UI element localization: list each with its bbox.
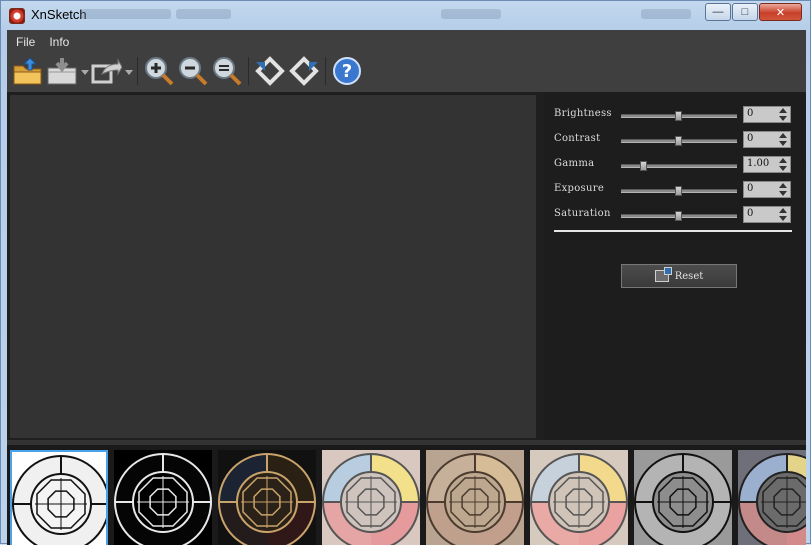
save-icon[interactable]: [45, 54, 79, 88]
preset-thumbnail-sepia-pencil[interactable]: [426, 450, 524, 545]
preset-strip: [7, 440, 806, 545]
svg-text:?: ?: [342, 61, 352, 82]
toolbar-separator: [248, 57, 249, 85]
spinbox-value: 1.00: [747, 158, 770, 169]
slider-thumb[interactable]: [675, 211, 682, 221]
slider-thumb[interactable]: [640, 161, 647, 171]
toolbar: ?: [11, 54, 364, 88]
gamma-spinbox[interactable]: 1.00: [743, 156, 791, 173]
zoom-in-icon[interactable]: [142, 54, 176, 88]
adjustment-row-contrast: Contrast 0: [554, 130, 794, 150]
reset-label: Reset: [674, 270, 704, 282]
adjustment-row-gamma: Gamma 1.00: [554, 155, 794, 175]
spin-arrows-icon[interactable]: [779, 108, 788, 121]
background-title-blur: [441, 9, 501, 19]
saturation-slider[interactable]: [621, 211, 737, 221]
spin-arrows-icon[interactable]: [779, 158, 788, 171]
adjustment-row-exposure: Exposure 0: [554, 180, 794, 200]
panel-divider: [554, 230, 792, 232]
adjustment-row-saturation: Saturation 0: [554, 205, 794, 225]
preset-thumbnail-textured-gray[interactable]: [634, 450, 732, 545]
preset-thumbnail-white-on-black[interactable]: [114, 450, 212, 545]
exposure-slider[interactable]: [621, 186, 737, 196]
adjustment-row-brightness: Brightness 0: [554, 105, 794, 125]
close-button[interactable]: ✕: [759, 3, 802, 21]
background-title-blur: [81, 9, 171, 19]
zoom-fit-icon[interactable]: [210, 54, 244, 88]
adjustments-panel: Reset Brightness 0 Contrast 0 Gamma 1.00 Expos…: [544, 92, 806, 440]
toolbar-separator: [137, 57, 138, 85]
adjustment-label: Exposure: [554, 183, 605, 194]
rotate-right-icon[interactable]: [287, 54, 321, 88]
spin-arrows-icon[interactable]: [779, 208, 788, 221]
preset-thumbnail-bw-outline[interactable]: [10, 450, 108, 545]
zoom-out-icon[interactable]: [176, 54, 210, 88]
adjustment-label: Brightness: [554, 108, 612, 119]
toolbar-separator: [325, 57, 326, 85]
title-bar[interactable]: XnSketch — □ ✕: [1, 1, 810, 29]
spinbox-value: 0: [747, 133, 754, 144]
menu-info[interactable]: Info: [44, 33, 74, 51]
app-window: XnSketch — □ ✕ File Info ? Reset Brightn…: [0, 0, 811, 545]
help-icon[interactable]: ?: [330, 54, 364, 88]
spinbox-value: 0: [747, 208, 754, 219]
app-logo-icon: [9, 8, 25, 24]
gamma-slider[interactable]: [621, 161, 737, 171]
preset-thumbnails: [10, 450, 806, 545]
slider-thumb[interactable]: [675, 111, 682, 121]
minimize-button[interactable]: —: [705, 3, 731, 21]
contrast-slider[interactable]: [621, 136, 737, 146]
save-dropdown-chevron-icon[interactable]: [79, 54, 89, 88]
app-header: File Info ?: [7, 30, 806, 92]
export-icon[interactable]: [89, 54, 123, 88]
exposure-spinbox[interactable]: 0: [743, 181, 791, 198]
menu-bar: File Info: [7, 33, 74, 51]
maximize-button[interactable]: □: [732, 3, 758, 21]
adjustment-label: Saturation: [554, 208, 611, 219]
slider-thumb[interactable]: [675, 186, 682, 196]
spinbox-value: 0: [747, 183, 754, 194]
saturation-spinbox[interactable]: 0: [743, 206, 791, 223]
preset-thumbnail-dark-color-edge[interactable]: [218, 450, 316, 545]
contrast-spinbox[interactable]: 0: [743, 131, 791, 148]
adjustment-label: Gamma: [554, 158, 595, 169]
slider-thumb[interactable]: [675, 136, 682, 146]
preset-thumbnail-charcoal-color[interactable]: [738, 450, 806, 545]
preset-thumbnail-pastel-color[interactable]: [322, 450, 420, 545]
brightness-spinbox[interactable]: 0: [743, 106, 791, 123]
reset-icon: [654, 267, 672, 282]
workspace: Reset Brightness 0 Contrast 0 Gamma 1.00 Expos…: [7, 92, 806, 440]
export-dropdown-chevron-icon[interactable]: [123, 54, 133, 88]
open-folder-icon[interactable]: [11, 54, 45, 88]
background-title-blur: [641, 9, 691, 19]
spinbox-value: 0: [747, 108, 754, 119]
menu-file[interactable]: File: [11, 33, 40, 51]
window-title: XnSketch: [31, 7, 87, 22]
spin-arrows-icon[interactable]: [779, 183, 788, 196]
rotate-left-icon[interactable]: [253, 54, 287, 88]
image-canvas[interactable]: [10, 95, 536, 438]
brightness-slider[interactable]: [621, 111, 737, 121]
reset-button[interactable]: Reset: [621, 264, 737, 288]
preset-thumbnail-pastel-pencil[interactable]: [530, 450, 628, 545]
adjustment-label: Contrast: [554, 133, 601, 144]
spin-arrows-icon[interactable]: [779, 133, 788, 146]
background-title-blur: [176, 9, 231, 19]
